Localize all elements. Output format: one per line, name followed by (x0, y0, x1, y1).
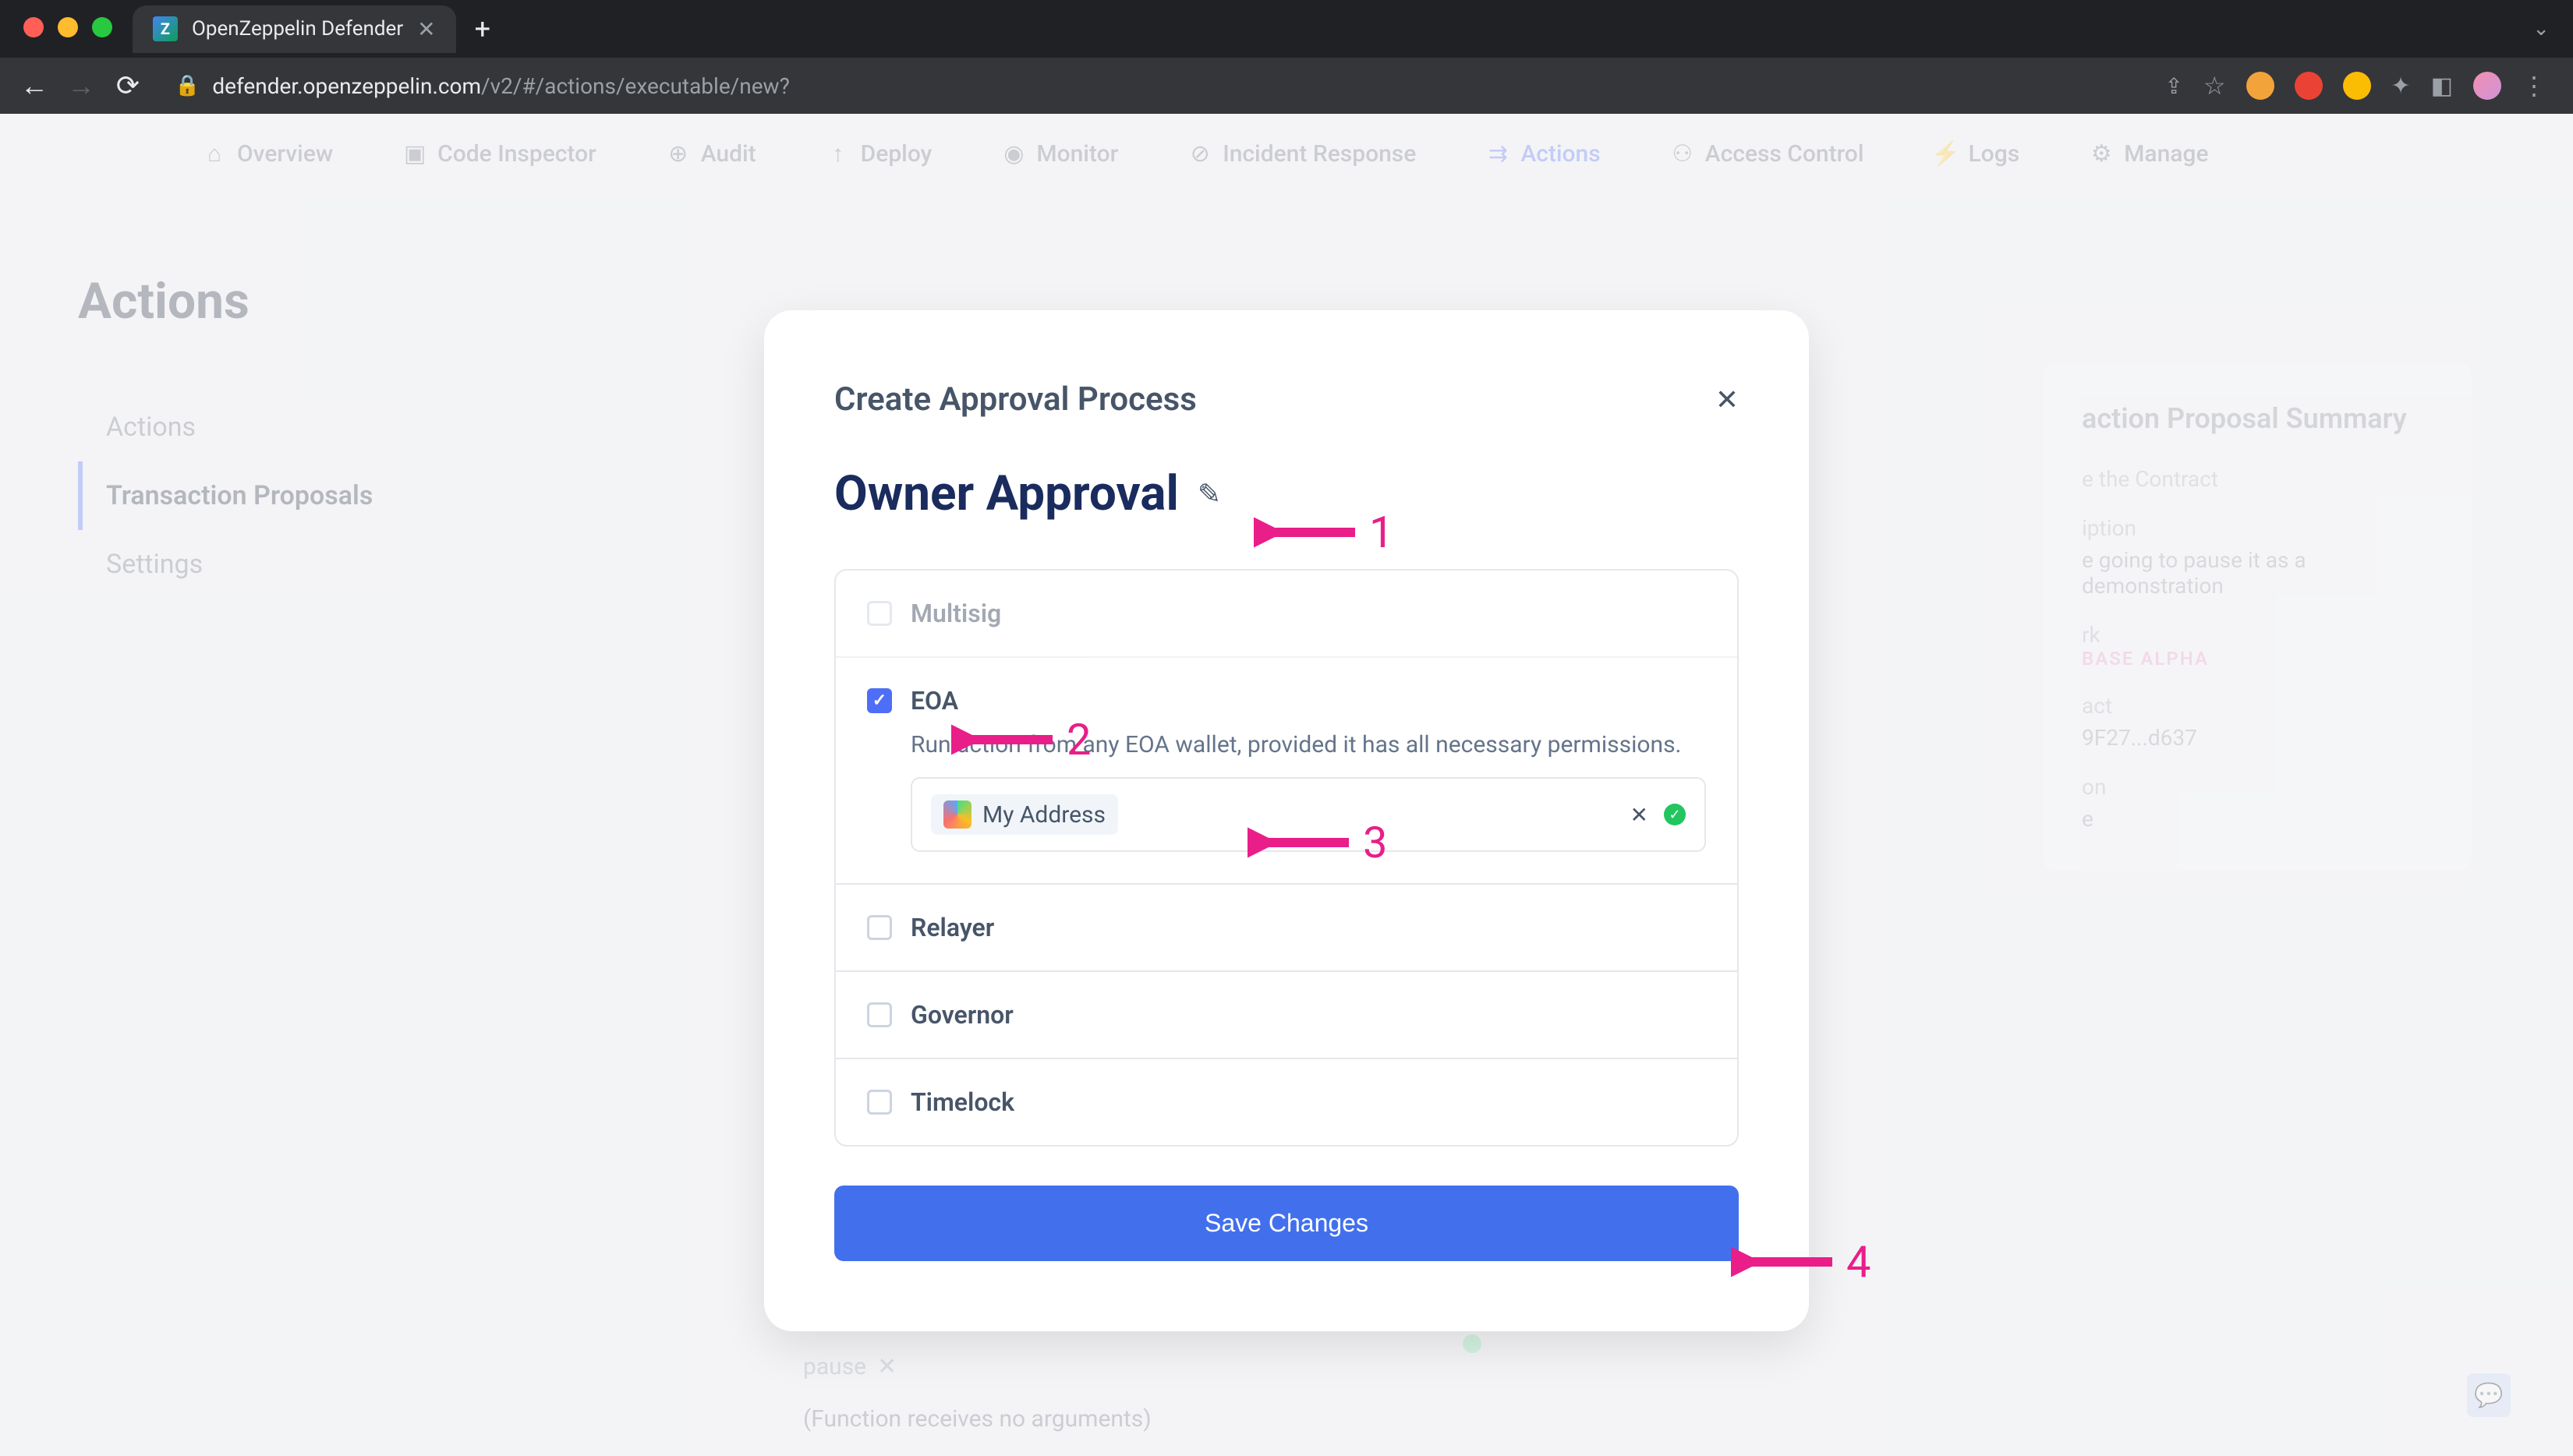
approval-process-modal: Create Approval Process ✕ Owner Approval… (764, 310, 1809, 1331)
eoa-checkbox[interactable] (867, 688, 892, 713)
modal-close-button[interactable]: ✕ (1715, 383, 1739, 416)
new-tab-button[interactable]: + (475, 12, 490, 45)
option-relayer[interactable]: Relayer (836, 885, 1737, 972)
multisig-checkbox[interactable] (867, 601, 892, 626)
browser-tab[interactable]: Z OpenZeppelin Defender ✕ (133, 5, 456, 53)
timelock-checkbox[interactable] (867, 1090, 892, 1115)
extension-icon-3[interactable] (2343, 72, 2371, 100)
approval-name: Owner Approval (834, 465, 1179, 522)
url-text: defender.openzeppelin.com/v2/#/actions/e… (212, 73, 789, 99)
forward-button[interactable]: → (65, 69, 97, 102)
browser-chrome: Z OpenZeppelin Defender ✕ + ⌄ (0, 0, 2573, 58)
window-minimize-button[interactable] (58, 17, 78, 37)
panel-icon[interactable]: ◧ (2431, 72, 2453, 100)
option-governor[interactable]: Governor (836, 972, 1737, 1059)
address-bar[interactable]: 🔒 defender.openzeppelin.com/v2/#/actions… (159, 73, 2149, 99)
option-eoa: EOA Run action from any EOA wallet, prov… (836, 658, 1737, 885)
bookmark-icon[interactable]: ☆ (2203, 71, 2226, 101)
option-multisig[interactable]: Multisig (836, 571, 1737, 658)
extensions-icon[interactable]: ✦ (2391, 72, 2411, 100)
window-controls (0, 0, 136, 55)
identicon-icon (943, 800, 972, 829)
profile-avatar[interactable] (2473, 72, 2501, 100)
save-changes-button[interactable]: Save Changes (834, 1186, 1739, 1261)
address-chip: My Address (931, 794, 1118, 835)
window-maximize-button[interactable] (92, 17, 112, 37)
app-content: ⌂ Overview ▣ Code Inspector ⊕ Audit ↑ De… (0, 114, 2573, 1456)
relayer-checkbox[interactable] (867, 915, 892, 940)
share-icon[interactable]: ⇪ (2164, 73, 2182, 99)
extension-icon-2[interactable] (2295, 72, 2323, 100)
address-input[interactable]: My Address ✕ ✓ (911, 777, 1706, 852)
back-button[interactable]: ← (19, 69, 50, 102)
kebab-menu-icon[interactable]: ⋮ (2522, 71, 2546, 101)
address-bar-row: ← → ⟳ 🔒 defender.openzeppelin.com/v2/#/a… (0, 58, 2573, 114)
tab-dropdown-icon[interactable]: ⌄ (2532, 17, 2550, 41)
option-timelock[interactable]: Timelock (836, 1059, 1737, 1145)
tab-title: OpenZeppelin Defender (192, 17, 403, 41)
modal-title: Create Approval Process (834, 380, 1197, 419)
tab-favicon: Z (153, 16, 178, 41)
governor-checkbox[interactable] (867, 1002, 892, 1027)
extension-icon-1[interactable] (2246, 72, 2274, 100)
reload-button[interactable]: ⟳ (112, 69, 143, 102)
tab-bar: Z OpenZeppelin Defender ✕ + ⌄ (0, 0, 2573, 58)
clear-address-button[interactable]: ✕ (1630, 802, 1648, 828)
options-box: Multisig EOA Run action from any EOA wal… (834, 569, 1739, 1147)
eoa-description: Run action from any EOA wallet, provided… (911, 731, 1706, 758)
window-close-button[interactable] (23, 17, 44, 37)
lock-icon: 🔒 (175, 74, 200, 97)
browser-actions: ⇪ ☆ ✦ ◧ ⋮ (2164, 71, 2554, 101)
tab-close-icon[interactable]: ✕ (417, 16, 435, 42)
edit-name-icon[interactable]: ✎ (1198, 478, 1221, 511)
valid-check-icon: ✓ (1664, 804, 1686, 825)
